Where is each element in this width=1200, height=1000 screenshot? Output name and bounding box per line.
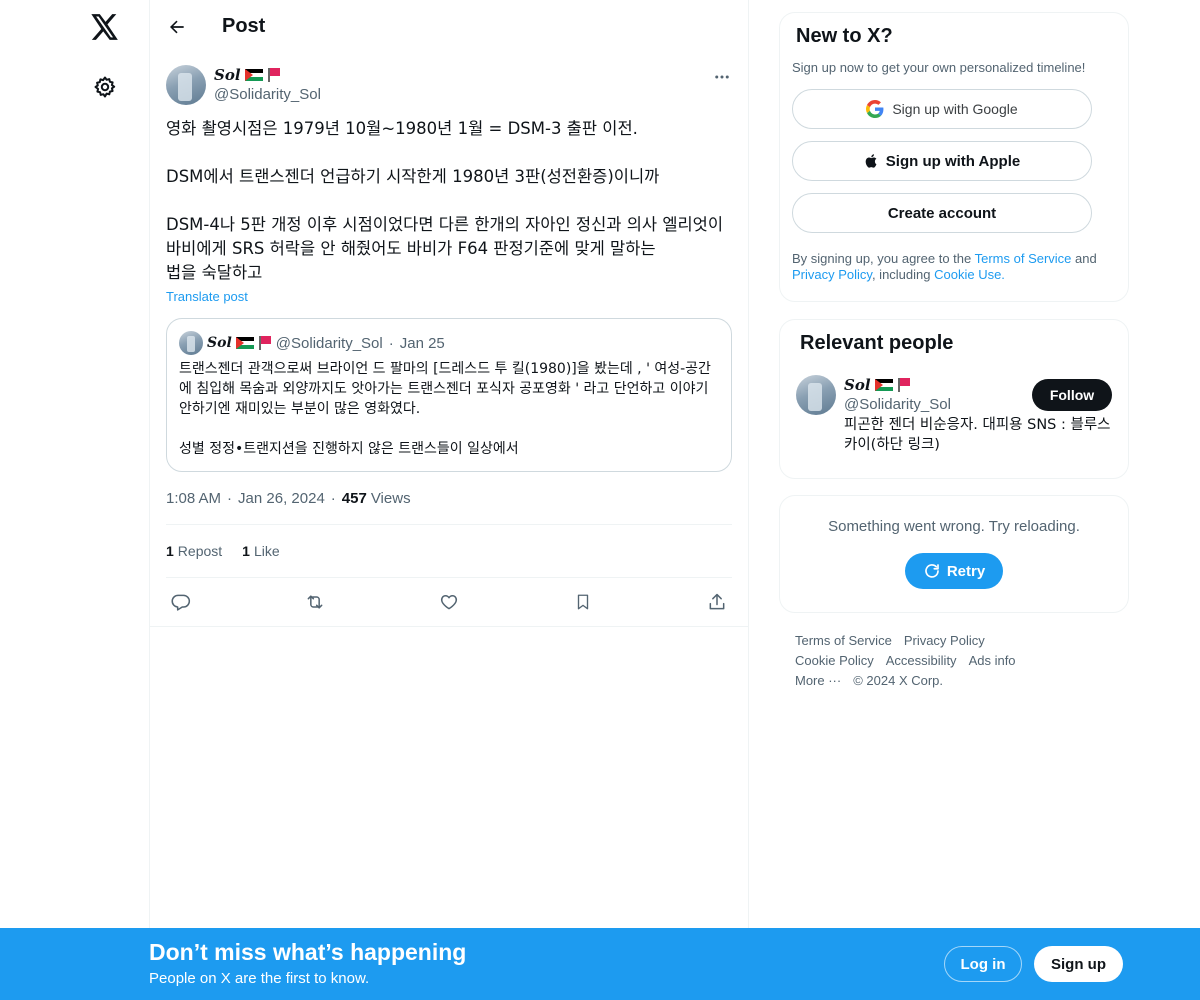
relevant-people-title: Relevant people: [800, 332, 954, 354]
footer-link[interactable]: Cookie Policy: [795, 651, 874, 671]
post-text: 영화 촬영시점은 1979년 10월~1980년 1월 = DSM-3 출판 이…: [166, 119, 724, 282]
retry-label: Retry: [946, 562, 986, 580]
palestine-flag-icon: [235, 337, 254, 349]
legal-including: , including: [871, 267, 935, 282]
author-name-text[interactable]: Sol: [214, 66, 241, 84]
red-flag-icon: [267, 68, 281, 82]
footer-links: Terms of Service Privacy Policy Cookie P…: [779, 631, 1099, 691]
divider: [150, 626, 748, 627]
signup-card: New to X? Sign up now to get your own pe…: [779, 12, 1129, 302]
palestine-flag-icon: [244, 69, 263, 81]
reposts-label: Repost: [177, 543, 223, 559]
author-display-name[interactable]: Sol: [214, 65, 321, 85]
post-actions: [166, 578, 732, 626]
red-flag-icon: [897, 378, 911, 392]
google-signup-button[interactable]: Sign up with Google: [792, 89, 1092, 129]
cookie-link[interactable]: Cookie Use.: [934, 267, 1005, 282]
signup-title: New to X?: [796, 25, 893, 47]
quoted-author-name-text: Sol: [207, 335, 232, 351]
more-options-icon[interactable]: [712, 67, 732, 87]
create-account-button[interactable]: Create account: [792, 193, 1092, 233]
post-date[interactable]: Jan 26, 2024: [238, 490, 325, 507]
main-column: Post Sol @Solidarity_Sol 영화 촬영시점은 1979년 …: [149, 0, 749, 1000]
author-handle[interactable]: @Solidarity_Sol: [214, 86, 321, 103]
avatar[interactable]: [796, 375, 836, 415]
legal-prefix: By signing up, you agree to the: [792, 251, 975, 266]
person-item[interactable]: Sol @Solidarity_Sol 피곤한 젠더 비순응자. 대피용 SNS…: [796, 375, 1112, 455]
copyright: © 2024 X Corp.: [853, 673, 944, 688]
left-nav: [0, 0, 150, 1000]
back-arrow-icon[interactable]: [166, 16, 188, 38]
page-title: Post: [222, 15, 266, 37]
avatar[interactable]: [166, 65, 206, 105]
relevant-people-card: Relevant people Sol @Solidarity_Sol 피곤한 …: [779, 319, 1129, 479]
red-flag-icon: [258, 336, 272, 350]
footer-link[interactable]: Terms of Service: [795, 631, 892, 651]
x-logo-icon[interactable]: [89, 11, 121, 43]
likes-label: Like: [253, 543, 280, 559]
signup-subtitle: Sign up now to get your own personalized…: [792, 60, 1086, 75]
error-message: Something went wrong. Try reloading.: [828, 518, 1080, 535]
post-meta: 1:08 AM · Jan 26, 2024 · 457 Views: [166, 488, 732, 508]
post-time[interactable]: 1:08 AM: [166, 490, 221, 507]
right-sidebar: New to X? Sign up now to get your own pe…: [779, 12, 1129, 691]
page-header: Post: [150, 0, 748, 53]
retry-button[interactable]: Retry: [905, 553, 1003, 589]
share-icon[interactable]: [706, 591, 728, 613]
views-count: 457: [341, 489, 367, 507]
translate-post-link[interactable]: Translate post: [166, 289, 248, 304]
apple-icon: [865, 154, 877, 168]
post-stats: 1 Repost 1 Like: [166, 525, 732, 577]
separator-dot: ·: [227, 489, 233, 507]
views-label: Views: [370, 489, 411, 507]
error-card: Something went wrong. Try reloading. Ret…: [779, 495, 1129, 613]
post-author: Sol @Solidarity_Sol: [166, 65, 732, 105]
separator-dot: ·: [388, 334, 394, 352]
quoted-post-date: Jan 25: [399, 334, 445, 352]
banner-subtitle: People on X are the first to know.: [149, 970, 370, 987]
separator-dot: ·: [330, 489, 336, 507]
repost-icon[interactable]: [304, 591, 326, 613]
quoted-author-handle: @Solidarity_Sol: [275, 334, 383, 352]
palestine-flag-icon: [874, 379, 893, 391]
avatar: [179, 331, 203, 355]
terms-link[interactable]: Terms of Service: [975, 251, 1072, 266]
quoted-post-header: Sol @Solidarity_Sol · Jan 25: [179, 331, 719, 355]
post: Sol @Solidarity_Sol 영화 촬영시점은 1979년 10월~1…: [150, 65, 748, 627]
apple-signup-label: Sign up with Apple: [885, 152, 1021, 170]
legal-and: and: [1071, 251, 1097, 266]
signup-legal-text: By signing up, you agree to the Terms of…: [792, 251, 1112, 283]
follow-button[interactable]: Follow: [1032, 379, 1112, 411]
like-icon[interactable]: [438, 591, 460, 613]
banner-title: Don’t miss what’s happening: [149, 939, 467, 965]
quoted-post[interactable]: Sol @Solidarity_Sol · Jan 25 트랜스젠더 관객으로써…: [166, 318, 732, 472]
apple-signup-button[interactable]: Sign up with Apple: [792, 141, 1092, 181]
bookmark-icon[interactable]: [572, 591, 594, 613]
reposts-stat[interactable]: 1 Repost: [166, 543, 222, 559]
footer-link[interactable]: Accessibility: [886, 651, 957, 671]
signup-button[interactable]: Sign up: [1034, 946, 1123, 982]
google-icon: [866, 100, 884, 118]
gear-icon[interactable]: [91, 73, 119, 101]
login-button[interactable]: Log in: [944, 946, 1022, 982]
reply-icon[interactable]: [170, 591, 192, 613]
person-name-text[interactable]: Sol: [844, 376, 871, 394]
likes-count: 1: [242, 543, 250, 559]
footer-link[interactable]: Privacy Policy: [904, 631, 985, 651]
footer-link[interactable]: Ads info: [969, 651, 1016, 671]
likes-stat[interactable]: 1 Like: [242, 543, 279, 559]
bottom-banner: Don’t miss what’s happening People on X …: [0, 928, 1200, 1000]
person-bio: 피곤한 젠더 비순응자. 대피용 SNS : 블루스카이(하단 링크): [844, 417, 1111, 453]
quoted-post-text: 트랜스젠더 관객으로써 브라이언 드 팔마의 [드레스드 투 킬(1980)]을…: [179, 361, 711, 457]
google-signup-label: Sign up with Google: [892, 101, 1018, 117]
footer-more-link[interactable]: More ···: [795, 671, 841, 691]
quoted-author-display-name: Sol: [207, 334, 272, 352]
reposts-count: 1: [166, 543, 174, 559]
privacy-link[interactable]: Privacy Policy: [792, 267, 872, 282]
refresh-icon: [925, 564, 939, 578]
